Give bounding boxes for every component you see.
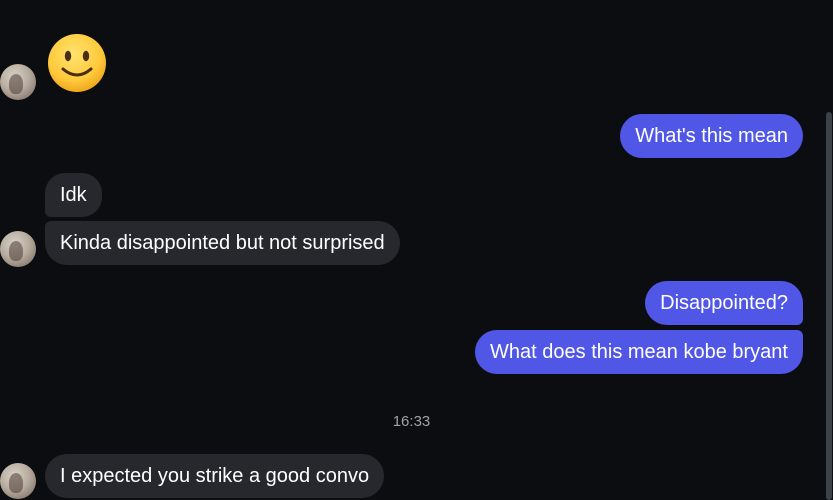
contact-avatar[interactable] [0, 64, 36, 100]
scrollbar-thumb[interactable] [826, 112, 832, 500]
contact-avatar[interactable] [0, 463, 36, 499]
chat-thread: What's this mean Idk Kinda disappointed … [0, 0, 833, 500]
smiling-face-emoji-icon[interactable] [47, 33, 107, 93]
incoming-message-bubble[interactable]: Idk [45, 173, 102, 217]
scrollbar[interactable] [823, 0, 833, 500]
contact-avatar[interactable] [0, 231, 36, 267]
outgoing-message-bubble[interactable]: What does this mean kobe bryant [475, 330, 803, 374]
outgoing-message-bubble[interactable]: Disappointed? [645, 281, 803, 325]
incoming-message-bubble[interactable]: I expected you strike a good convo [45, 454, 385, 498]
message-timestamp: 16:33 [392, 413, 431, 430]
incoming-message-bubble[interactable]: Kinda disappointed but not surprised [45, 221, 400, 265]
outgoing-message-bubble[interactable]: What's this mean [620, 114, 803, 158]
